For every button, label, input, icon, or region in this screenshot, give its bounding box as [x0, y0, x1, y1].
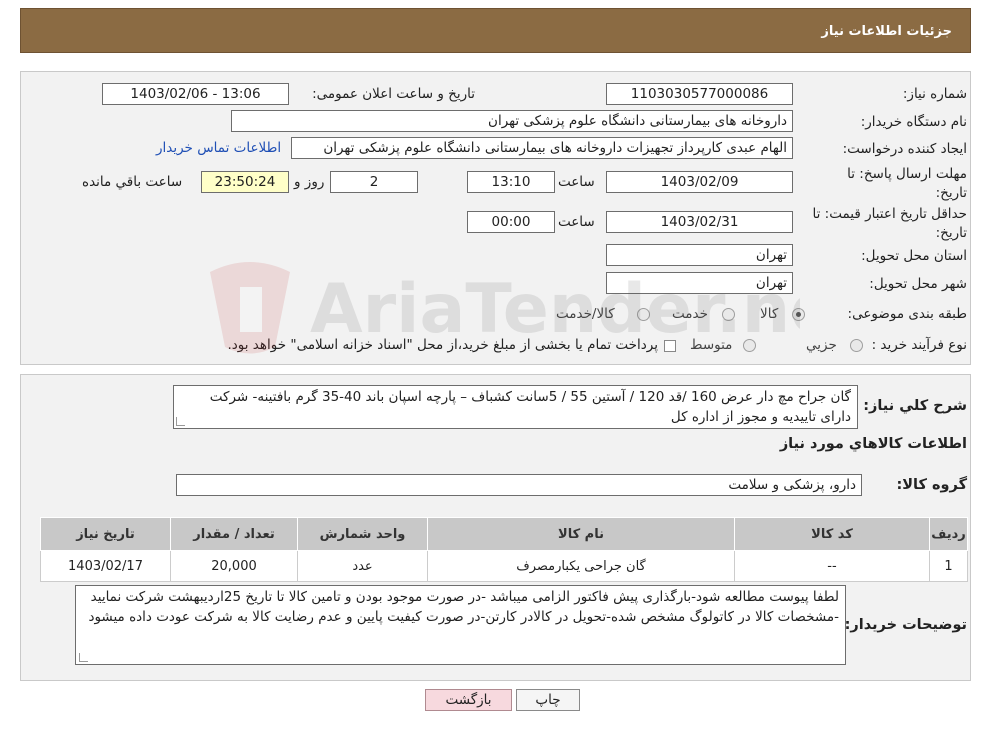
cell-quantity: 20,000 — [170, 550, 298, 582]
general-desc-label: شرح کلي نياز: — [863, 398, 967, 414]
items-section-title: اطلاعات کالاهاي مورد نياز — [779, 436, 967, 452]
announce-label: تاریخ و ساعت اعلان عمومی: — [312, 86, 475, 102]
col-unit: واحد شمارش — [297, 517, 428, 551]
buyer-contact-link[interactable]: اطلاعات تماس خریدار — [156, 140, 281, 156]
goods-group-field: دارو، پزشکی و سلامت — [176, 474, 862, 496]
cell-unit: عدد — [297, 550, 428, 582]
creator-label: ایجاد کننده درخواست: — [842, 141, 967, 157]
need-number-field: 1103030577000086 — [606, 83, 793, 105]
general-desc-field: گان جراح مچ دار عرض 160 /قد 120 / آستین … — [173, 385, 858, 429]
table-header-row: تاريخ نياز تعداد / مقدار واحد شمارش نام … — [40, 517, 968, 551]
header-bar: جزئیات اطلاعات نیاز — [20, 8, 971, 53]
days-field: 2 — [330, 171, 418, 193]
cell-need-date: 1403/02/17 — [40, 550, 171, 582]
province-label: استان محل تحویل: — [861, 248, 967, 264]
general-desc-text: گان جراح مچ دار عرض 160 /قد 120 / آستین … — [209, 389, 851, 425]
watermark-text: AriaTender.neT — [310, 270, 800, 349]
category-label: طبقه بندی موضوعی: — [847, 306, 967, 322]
resize-grip-icon[interactable] — [79, 653, 88, 662]
purchase-option-minor: جزیي — [806, 337, 837, 353]
print-button[interactable]: چاپ — [516, 689, 580, 711]
price-date-field: 1403/02/31 — [606, 211, 793, 233]
cell-item-code: -- — [734, 550, 930, 582]
announce-field: 1403/02/06 - 13:06 — [102, 83, 289, 105]
buyer-notes-label: توضیحات خریدار: — [844, 617, 967, 633]
creator-field: الهام عبدی کارپرداز تجهیزات داروخانه های… — [291, 137, 793, 159]
goods-group-label: گروه کالا: — [896, 477, 967, 493]
resize-grip-icon[interactable] — [176, 417, 185, 426]
remaining-time-field: 23:50:24 — [201, 171, 289, 193]
items-table: تاريخ نياز تعداد / مقدار واحد شمارش نام … — [40, 517, 968, 582]
purchase-radio-minor[interactable] — [850, 339, 863, 352]
col-item-name: نام کالا — [427, 517, 735, 551]
days-label: روز و — [294, 174, 325, 190]
need-number-label: شماره نیاز: — [902, 86, 967, 102]
buyer-org-label: نام دستگاه خریدار: — [860, 114, 967, 130]
price-validity-label: حداقل تاریخ اعتبار قیمت: تا تاریخ: — [812, 206, 967, 241]
purchase-type-label: نوع فرآیند خرید : — [871, 337, 967, 353]
buyer-notes-text: لطفا پیوست مطالعه شود-بارگذاری پیش فاکتو… — [88, 589, 839, 625]
page-title: جزئیات اطلاعات نیاز — [821, 24, 952, 39]
reply-time-label: ساعت — [558, 174, 595, 190]
col-need-date: تاريخ نياز — [40, 517, 171, 551]
col-quantity: تعداد / مقدار — [170, 517, 298, 551]
reply-date-field: 1403/02/09 — [606, 171, 793, 193]
cell-row: 1 — [929, 550, 968, 582]
buyer-org-field: داروخانه های بیمارستانی دانشگاه علوم پزش… — [231, 110, 793, 132]
back-button[interactable]: بازگشت — [425, 689, 512, 711]
watermark-logo-icon: AriaTender.neT — [210, 262, 800, 354]
table-row: 1403/02/17 20,000 عدد گان جراحی یکبارمصر… — [40, 550, 968, 582]
cell-item-name: گان جراحی یکبارمصرف — [427, 550, 735, 582]
col-item-code: کد کالا — [734, 517, 930, 551]
reply-time-field: 13:10 — [467, 171, 555, 193]
price-time-field: 00:00 — [467, 211, 555, 233]
remaining-label: ساعت باقي مانده — [82, 174, 183, 190]
city-label: شهر محل تحویل: — [869, 276, 967, 292]
reply-deadline-label: مهلت ارسال پاسخ: تا تاریخ: — [847, 166, 967, 201]
col-row: رديف — [929, 517, 968, 551]
buyer-notes-field: لطفا پیوست مطالعه شود-بارگذاری پیش فاکتو… — [75, 585, 846, 665]
price-time-label: ساعت — [558, 214, 595, 230]
